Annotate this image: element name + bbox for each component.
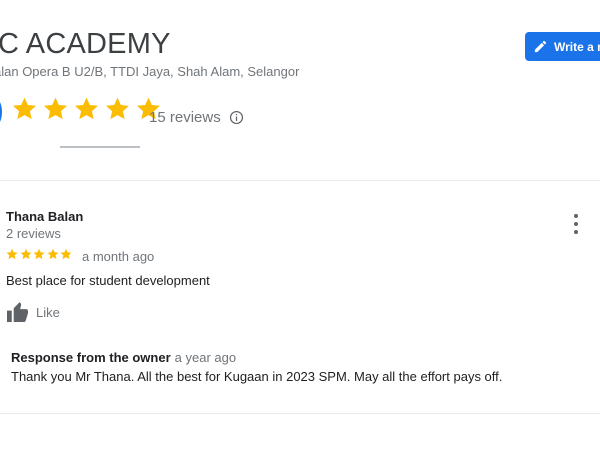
owner-response-title: Response from the owner xyxy=(11,350,171,365)
star-icon xyxy=(20,248,31,260)
star-icon xyxy=(47,248,58,260)
owner-response-header: Response from the owner a year ago xyxy=(11,350,236,365)
review-text: Best place for student development xyxy=(6,273,210,288)
info-icon[interactable] xyxy=(229,110,244,125)
rating-badge xyxy=(0,97,2,127)
truncated-text-fragment xyxy=(60,141,140,148)
star-icon xyxy=(75,97,98,120)
star-icon xyxy=(106,97,129,120)
write-review-label: Write a review xyxy=(554,39,600,54)
star-icon xyxy=(33,248,45,260)
divider xyxy=(0,413,600,414)
owner-response-text: Thank you Mr Thana. All the best for Kug… xyxy=(11,369,503,384)
total-reviews-count[interactable]: 15 reviews xyxy=(149,109,221,126)
star-icon xyxy=(60,248,72,260)
reviewer-review-count: 2 reviews xyxy=(6,226,61,241)
write-review-button[interactable]: Write a review xyxy=(525,32,600,61)
business-address: alan Opera B U2/B, TTDI Jaya, Shah Alam,… xyxy=(0,64,300,79)
star-icon xyxy=(13,97,36,120)
overall-rating-stars xyxy=(12,96,167,121)
reviewer-name[interactable]: Thana Balan xyxy=(6,209,83,224)
more-vert-icon[interactable] xyxy=(567,214,585,234)
star-icon xyxy=(44,97,67,120)
business-title: C ACADEMY xyxy=(0,28,171,60)
pencil-icon xyxy=(534,40,547,53)
star-icon xyxy=(6,248,18,260)
review-date: a month ago xyxy=(82,249,155,264)
thumb-up-icon xyxy=(7,302,28,323)
like-button[interactable]: Like xyxy=(6,302,60,323)
divider xyxy=(0,180,600,181)
review-stars xyxy=(6,248,74,260)
like-label: Like xyxy=(36,305,60,320)
owner-response-date: a year ago xyxy=(174,350,237,365)
